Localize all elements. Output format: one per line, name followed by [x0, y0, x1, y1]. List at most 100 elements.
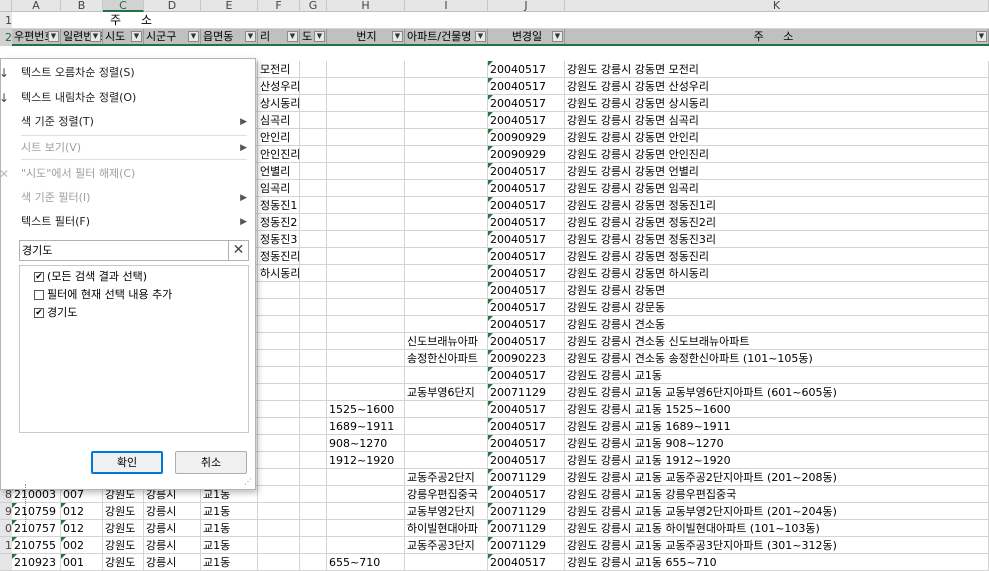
- table-cell[interactable]: 1689~1911: [327, 418, 405, 435]
- table-cell[interactable]: 언별리: [258, 163, 300, 180]
- table-cell[interactable]: 강원도: [103, 537, 144, 554]
- table-cell[interactable]: [405, 95, 488, 112]
- table-cell[interactable]: 교1동: [201, 537, 258, 554]
- table-cell[interactable]: 20040517: [488, 316, 565, 333]
- table-cell[interactable]: [327, 197, 405, 214]
- table-cell[interactable]: 강원도 강릉시 견소동 송정한신아파트 (101~105동): [565, 350, 989, 367]
- table-cell[interactable]: [327, 214, 405, 231]
- table-cell[interactable]: 하이빌현대아파: [405, 520, 488, 537]
- table-cell[interactable]: [300, 486, 327, 503]
- table-cell[interactable]: [258, 537, 300, 554]
- table-cell[interactable]: 210923: [12, 554, 61, 571]
- table-cell[interactable]: [327, 503, 405, 520]
- table-cell[interactable]: 정동진3: [258, 231, 300, 248]
- table-cell[interactable]: 강원도 강릉시 교1동 교동주공3단지아파트 (301~312동): [565, 537, 989, 554]
- column-d-header[interactable]: D: [144, 0, 201, 12]
- table-cell[interactable]: [405, 197, 488, 214]
- table-cell[interactable]: [327, 61, 405, 78]
- table-cell[interactable]: 교1동: [201, 503, 258, 520]
- table-cell[interactable]: [300, 384, 327, 401]
- table-cell[interactable]: [258, 486, 300, 503]
- table-cell[interactable]: 안인진리: [258, 146, 300, 163]
- table-cell[interactable]: [300, 214, 327, 231]
- table-cell[interactable]: [300, 350, 327, 367]
- clear-search-icon[interactable]: ✕: [228, 241, 248, 260]
- filter-dropdown-button[interactable]: ▼: [552, 31, 563, 42]
- table-cell[interactable]: [300, 537, 327, 554]
- table-cell[interactable]: [258, 418, 300, 435]
- table-cell[interactable]: [258, 367, 300, 384]
- cancel-button[interactable]: 취소: [175, 451, 247, 474]
- table-cell[interactable]: 강원도 강릉시 교1동 강릉우편집중국: [565, 486, 989, 503]
- table-cell[interactable]: [300, 61, 327, 78]
- table-cell[interactable]: 강원도 강릉시 강동면: [565, 282, 989, 299]
- resize-grip-icon[interactable]: ⋰: [244, 477, 252, 486]
- table-cell[interactable]: 001: [61, 554, 103, 571]
- table-cell[interactable]: 강원도 강릉시 견소동: [565, 316, 989, 333]
- table-cell[interactable]: [405, 435, 488, 452]
- table-cell[interactable]: [327, 299, 405, 316]
- row-number[interactable]: 2: [0, 29, 12, 46]
- table-cell[interactable]: 강릉시: [144, 520, 201, 537]
- table-cell[interactable]: 강원도 강릉시 교1동 하이빌현대아파트 (101~103동): [565, 520, 989, 537]
- column-i-header[interactable]: I: [405, 0, 488, 12]
- column-k-header[interactable]: K: [565, 0, 989, 12]
- table-cell[interactable]: 하시동리: [258, 265, 300, 282]
- table-cell[interactable]: [405, 180, 488, 197]
- menu-text-filter[interactable]: 텍스트 필터(F) ▶: [21, 211, 247, 233]
- column-c-header[interactable]: C: [103, 0, 144, 12]
- table-cell[interactable]: [327, 112, 405, 129]
- table-cell[interactable]: [300, 129, 327, 146]
- table-cell[interactable]: [258, 350, 300, 367]
- table-cell[interactable]: [300, 520, 327, 537]
- table-cell[interactable]: [405, 248, 488, 265]
- table-cell[interactable]: [258, 435, 300, 452]
- table-cell[interactable]: [327, 95, 405, 112]
- table-cell[interactable]: [300, 469, 327, 486]
- table-cell[interactable]: [300, 248, 327, 265]
- table-cell[interactable]: [405, 78, 488, 95]
- table-cell[interactable]: 20040517: [488, 197, 565, 214]
- list-item-add-to-filter[interactable]: 필터에 현재 선택 내용 추가: [34, 286, 172, 304]
- filter-search-input[interactable]: 경기도 ✕: [19, 240, 249, 261]
- row-number[interactable]: 9: [0, 503, 12, 520]
- table-cell[interactable]: 20040517: [488, 180, 565, 197]
- select-all-corner[interactable]: [0, 0, 12, 12]
- row-number[interactable]: 1: [0, 537, 12, 554]
- table-cell[interactable]: [327, 469, 405, 486]
- table-cell[interactable]: [327, 316, 405, 333]
- table-cell[interactable]: [327, 333, 405, 350]
- column-g-header[interactable]: G: [300, 0, 327, 12]
- table-cell[interactable]: [405, 163, 488, 180]
- table-cell[interactable]: [258, 554, 300, 571]
- table-cell[interactable]: 강릉시: [144, 554, 201, 571]
- table-cell[interactable]: 강원도 강릉시 교1동 교동부영6단지아파트 (601~605동): [565, 384, 989, 401]
- table-cell[interactable]: [300, 231, 327, 248]
- table-cell[interactable]: [405, 299, 488, 316]
- table-cell[interactable]: [300, 265, 327, 282]
- column-h-header[interactable]: H: [327, 0, 405, 12]
- filter-value-list[interactable]: ✔ (모든 검색 결과 선택) 필터에 현재 선택 내용 추가 ✔ 경기도: [19, 265, 249, 524]
- table-cell[interactable]: [405, 214, 488, 231]
- table-cell[interactable]: 강원도 강릉시 교1동 1689~1911: [565, 418, 989, 435]
- row-number[interactable]: 0: [0, 520, 12, 537]
- table-cell[interactable]: [405, 554, 488, 571]
- table-cell[interactable]: 20090223: [488, 350, 565, 367]
- table-cell[interactable]: 20040517: [488, 418, 565, 435]
- table-cell[interactable]: 20071129: [488, 537, 565, 554]
- table-cell[interactable]: 20040517: [488, 112, 565, 129]
- table-cell[interactable]: 강원도 강릉시 교1동 1912~1920: [565, 452, 989, 469]
- table-cell[interactable]: [300, 180, 327, 197]
- table-cell[interactable]: [327, 78, 405, 95]
- table-cell[interactable]: [405, 61, 488, 78]
- table-cell[interactable]: [405, 146, 488, 163]
- table-cell[interactable]: 강릉시: [144, 503, 201, 520]
- row-number[interactable]: [0, 554, 12, 571]
- table-cell[interactable]: [327, 248, 405, 265]
- table-cell[interactable]: 임곡리: [258, 180, 300, 197]
- column-e-header[interactable]: E: [201, 0, 258, 12]
- table-cell[interactable]: [327, 180, 405, 197]
- table-cell[interactable]: 20040517: [488, 248, 565, 265]
- table-cell[interactable]: [258, 503, 300, 520]
- table-cell[interactable]: 012: [61, 503, 103, 520]
